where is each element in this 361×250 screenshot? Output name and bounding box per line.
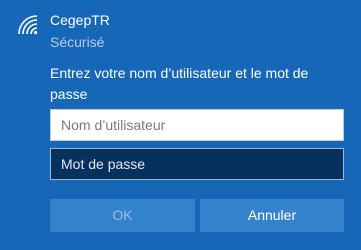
ok-button[interactable]: OK: [50, 199, 195, 232]
password-input[interactable]: [50, 148, 344, 180]
wifi-icon: [17, 14, 39, 36]
network-status: Sécurisé: [50, 34, 105, 50]
username-input[interactable]: [50, 109, 344, 141]
cancel-button[interactable]: Annuler: [200, 199, 344, 232]
credentials-prompt: Entrez votre nom d’utilisateur et le mot…: [50, 65, 309, 102]
network-name: CegepTR: [50, 12, 110, 28]
wifi-login-panel: CegepTR Sécurisé Entrez votre nom d’util…: [0, 0, 361, 250]
